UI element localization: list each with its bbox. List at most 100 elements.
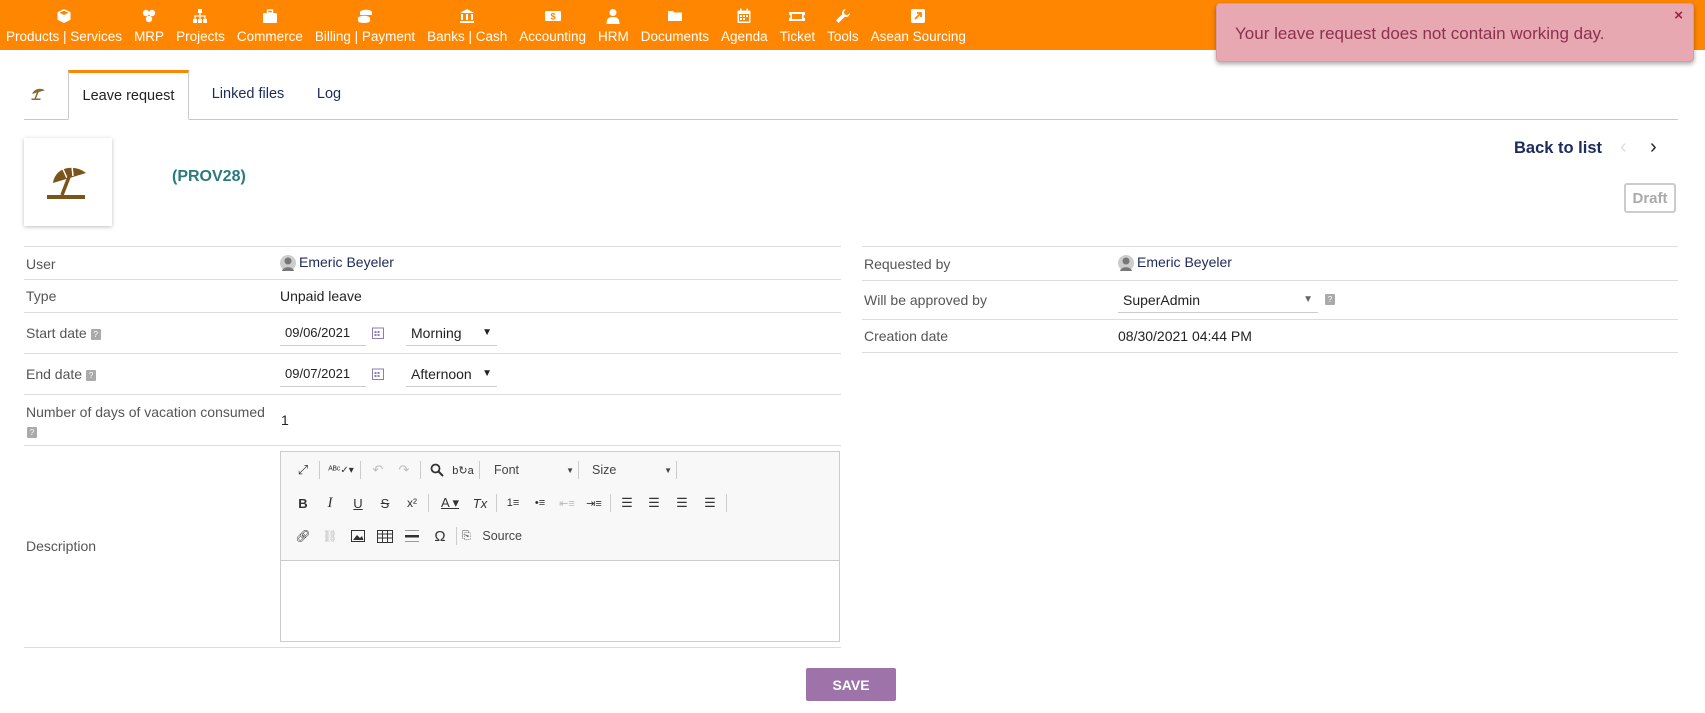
- redo-icon[interactable]: ↷: [393, 459, 415, 481]
- align-left-icon[interactable]: ☰: [616, 492, 638, 514]
- menu-billing-payment[interactable]: Billing | Payment: [309, 0, 421, 50]
- user-link[interactable]: Emeric Beyeler: [280, 254, 394, 272]
- underline-icon[interactable]: U: [347, 492, 369, 514]
- field-label: Will be approved by: [864, 292, 987, 308]
- chevron-down-icon: ▼: [482, 368, 492, 379]
- italic-icon[interactable]: I: [319, 492, 341, 514]
- back-to-list-link[interactable]: Back to list: [1514, 139, 1602, 158]
- field-row-start-date: Start date? Morning ▼: [24, 313, 841, 354]
- superscript-icon[interactable]: x²: [401, 492, 423, 514]
- bold-icon[interactable]: B: [292, 492, 314, 514]
- toolbar-separator: [726, 494, 727, 512]
- ticket-icon: [789, 5, 806, 27]
- menu-products-services[interactable]: Products | Services: [0, 0, 128, 50]
- avatar: [280, 255, 296, 272]
- font-select[interactable]: Font ▼: [494, 459, 574, 481]
- unlink-icon[interactable]: ⛓︎: [319, 525, 341, 547]
- start-half-day-select[interactable]: Morning ▼: [406, 320, 497, 346]
- end-date-input[interactable]: [280, 361, 366, 387]
- approver-select[interactable]: SuperAdmin ▼: [1118, 287, 1318, 313]
- menu-accounting[interactable]: $ Accounting: [513, 0, 592, 50]
- menu-label: Tools: [827, 29, 859, 44]
- menu-documents[interactable]: Documents: [635, 0, 715, 50]
- menu-banks-cash[interactable]: Banks | Cash: [421, 0, 513, 50]
- field-label: Creation date: [864, 328, 949, 344]
- size-select[interactable]: Size ▼: [592, 459, 672, 481]
- field-label: Description: [26, 538, 97, 554]
- creation-date-value: 08/30/2021 04:44 PM: [1118, 328, 1252, 344]
- justify-icon[interactable]: ☰: [699, 492, 721, 514]
- table-icon[interactable]: [374, 525, 396, 547]
- calendar-icon[interactable]: [372, 368, 384, 380]
- menu-ticket[interactable]: Ticket: [774, 0, 822, 50]
- sitemap-icon: [192, 5, 208, 27]
- source-icon: ⎘: [462, 529, 471, 542]
- record-ref: (PROV28): [172, 168, 246, 185]
- menu-label: Projects: [176, 29, 225, 44]
- undo-icon[interactable]: ↶: [367, 459, 389, 481]
- coins-icon: [357, 5, 373, 27]
- strikethrough-icon[interactable]: S: [374, 492, 396, 514]
- calendar-icon: [736, 5, 752, 27]
- remove-format-icon[interactable]: Tx: [469, 492, 491, 514]
- field-row-days-consumed: Number of days of vacation consumed? 1: [24, 395, 841, 446]
- umbrella-beach-icon: [47, 165, 86, 199]
- field-row-type: Type Unpaid leave: [24, 280, 841, 313]
- toolbar-separator: [496, 494, 497, 512]
- requested-by-link[interactable]: Emeric Beyeler: [1118, 254, 1232, 272]
- description-textarea[interactable]: [281, 560, 839, 641]
- font-select-label: Font: [494, 463, 520, 477]
- menu-mrp[interactable]: MRP: [128, 0, 170, 50]
- help-icon: ?: [86, 369, 97, 381]
- menu-label: Ticket: [779, 29, 816, 44]
- menu-label: Products | Services: [6, 29, 123, 44]
- menu-tools[interactable]: Tools: [821, 0, 865, 50]
- link-icon[interactable]: 🔗︎: [292, 525, 314, 547]
- menu-projects[interactable]: Projects: [170, 0, 231, 50]
- source-label: Source: [482, 529, 522, 543]
- chevron-down-icon: ▼: [566, 465, 574, 475]
- menu-hrm[interactable]: HRM: [592, 0, 635, 50]
- previous-record-icon: ‹: [1620, 136, 1627, 158]
- close-icon[interactable]: ×: [1674, 7, 1683, 24]
- spellcheck-icon[interactable]: ᴬᴮᶜ✓▾: [326, 459, 356, 481]
- bulleted-list-icon[interactable]: •≡: [529, 492, 551, 514]
- menu-asean-sourcing[interactable]: Asean Sourcing: [865, 0, 972, 50]
- menu-label: HRM: [598, 29, 629, 44]
- image-icon[interactable]: [347, 525, 369, 547]
- menu-commerce[interactable]: Commerce: [231, 0, 309, 50]
- end-half-day-value: Afternoon: [411, 365, 472, 382]
- toolbar-separator: [319, 461, 320, 479]
- indent-icon[interactable]: ⇥≡: [583, 492, 605, 514]
- end-half-day-select[interactable]: Afternoon ▼: [406, 361, 497, 387]
- top-menu: Products | Services MRP Projects Commerc…: [0, 0, 972, 50]
- user-name: Emeric Beyeler: [299, 254, 394, 270]
- next-record-icon[interactable]: ›: [1650, 136, 1657, 159]
- chevron-down-icon: ▼: [1303, 294, 1313, 305]
- replace-icon[interactable]: b↻a: [452, 459, 474, 481]
- status-badge: Draft: [1624, 183, 1676, 213]
- field-label: Start date?: [26, 325, 101, 341]
- horizontal-line-icon[interactable]: [401, 525, 423, 547]
- start-date-input[interactable]: [280, 320, 366, 346]
- tab-linked-files[interactable]: Linked files: [200, 70, 296, 118]
- search-icon[interactable]: [426, 459, 448, 481]
- approver-value: SuperAdmin: [1123, 291, 1201, 308]
- toolbar-separator: [420, 461, 421, 479]
- text-color-icon[interactable]: A ▾: [435, 492, 465, 514]
- save-button[interactable]: SAVE: [806, 668, 896, 701]
- outdent-icon[interactable]: ⇤≡: [556, 492, 578, 514]
- tab-log[interactable]: Log: [308, 70, 350, 118]
- briefcase-icon: [262, 5, 278, 27]
- maximize-icon[interactable]: ⤢: [292, 459, 314, 481]
- special-character-icon[interactable]: Ω: [429, 525, 451, 547]
- record-photo: [24, 138, 112, 226]
- calendar-icon[interactable]: [372, 327, 384, 339]
- tab-leave-request[interactable]: Leave request: [68, 70, 189, 120]
- align-center-icon[interactable]: ☰: [643, 492, 665, 514]
- tab-leave-icon[interactable]: [24, 70, 54, 118]
- menu-agenda[interactable]: Agenda: [715, 0, 774, 50]
- source-button[interactable]: ⎘ Source: [462, 525, 522, 547]
- align-right-icon[interactable]: ☰: [671, 492, 693, 514]
- numbered-list-icon[interactable]: 1≡: [502, 492, 524, 514]
